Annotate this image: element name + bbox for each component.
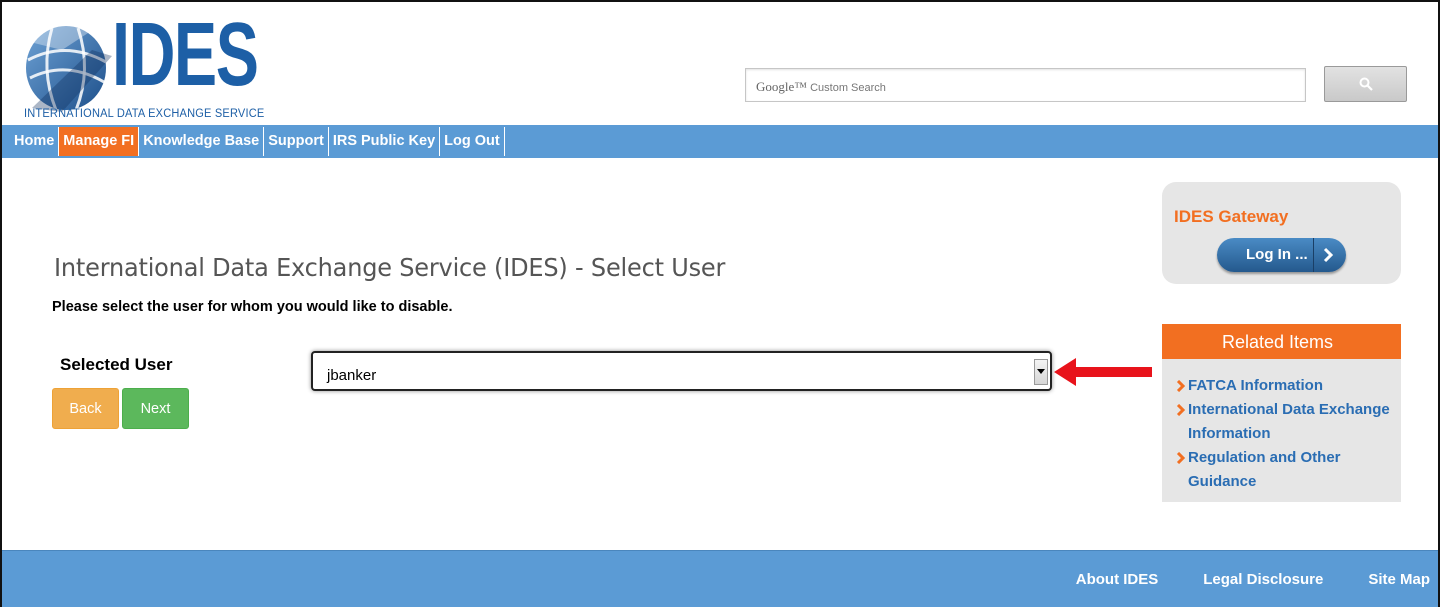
related-link-regulation[interactable]: Regulation and Other Guidance: [1176, 446, 1396, 494]
google-brand-text: Google™: [756, 79, 808, 94]
instruction-text: Please select the user for whom you woul…: [52, 299, 453, 315]
page-frame: IDES INTERNATIONAL DATA EXCHANGE SERVICE…: [0, 0, 1440, 607]
related-link-label: Regulation and Other Guidance: [1188, 449, 1341, 490]
globe-icon: [22, 20, 112, 112]
nav-item-support[interactable]: Support: [264, 127, 329, 156]
logo-wordmark: IDES: [112, 5, 259, 105]
page-title: International Data Exchange Service (IDE…: [54, 253, 726, 282]
related-link-label: International Data Exchange Information: [1188, 401, 1390, 442]
chevron-right-icon: [1176, 380, 1186, 392]
nav-item-manage-fi[interactable]: Manage FI: [59, 127, 140, 156]
search-icon: [1359, 77, 1373, 91]
nav-item-irs-public-key[interactable]: IRS Public Key: [329, 127, 441, 156]
gateway-title: IDES Gateway: [1174, 207, 1289, 226]
nav-item-knowledge-base[interactable]: Knowledge Base: [139, 127, 265, 156]
selected-user-label: Selected User: [60, 355, 173, 374]
chevron-right-icon: [1323, 247, 1334, 263]
annotation-arrow-icon: [1054, 358, 1152, 386]
search-button[interactable]: [1324, 66, 1407, 102]
back-button[interactable]: Back: [52, 388, 119, 429]
related-link-fatca[interactable]: FATCA Information: [1176, 374, 1396, 398]
logo-subtitle: INTERNATIONAL DATA EXCHANGE SERVICE: [24, 108, 265, 120]
main-nav: Home Manage FI Knowledge Base Support IR…: [2, 125, 1438, 158]
log-in-button[interactable]: Log In ...: [1217, 238, 1346, 272]
custom-search-text: Custom Search: [810, 82, 886, 94]
related-items-panel: Related Items FATCA Information Internat…: [1162, 324, 1401, 502]
related-link-ides-info[interactable]: International Data Exchange Information: [1176, 398, 1396, 446]
search-input[interactable]: Google™ Custom Search: [745, 68, 1306, 102]
related-items-title: Related Items: [1162, 324, 1401, 359]
nav-item-home[interactable]: Home: [10, 127, 60, 156]
footer: About IDES Legal Disclosure Site Map: [2, 550, 1438, 607]
selected-user-value: jbanker: [327, 367, 377, 384]
related-link-label: FATCA Information: [1188, 377, 1323, 394]
next-button[interactable]: Next: [122, 388, 189, 429]
footer-link-sitemap[interactable]: Site Map: [1368, 571, 1430, 588]
ides-gateway-panel: IDES Gateway Log In ...: [1162, 182, 1401, 284]
chevron-down-icon: [1037, 369, 1045, 374]
search-placeholder: Google™ Custom Search: [756, 79, 886, 95]
dropdown-button[interactable]: [1034, 359, 1048, 385]
footer-link-legal[interactable]: Legal Disclosure: [1203, 571, 1323, 588]
log-in-label: Log In ...: [1246, 246, 1308, 263]
chevron-right-icon: [1176, 452, 1186, 464]
button-divider: [1313, 238, 1314, 272]
nav-item-log-out[interactable]: Log Out: [440, 127, 505, 156]
ides-logo[interactable]: IDES INTERNATIONAL DATA EXCHANGE SERVICE: [18, 10, 268, 124]
footer-link-about[interactable]: About IDES: [1076, 571, 1159, 588]
chevron-right-icon: [1176, 404, 1186, 416]
user-select[interactable]: jbanker: [311, 351, 1052, 391]
